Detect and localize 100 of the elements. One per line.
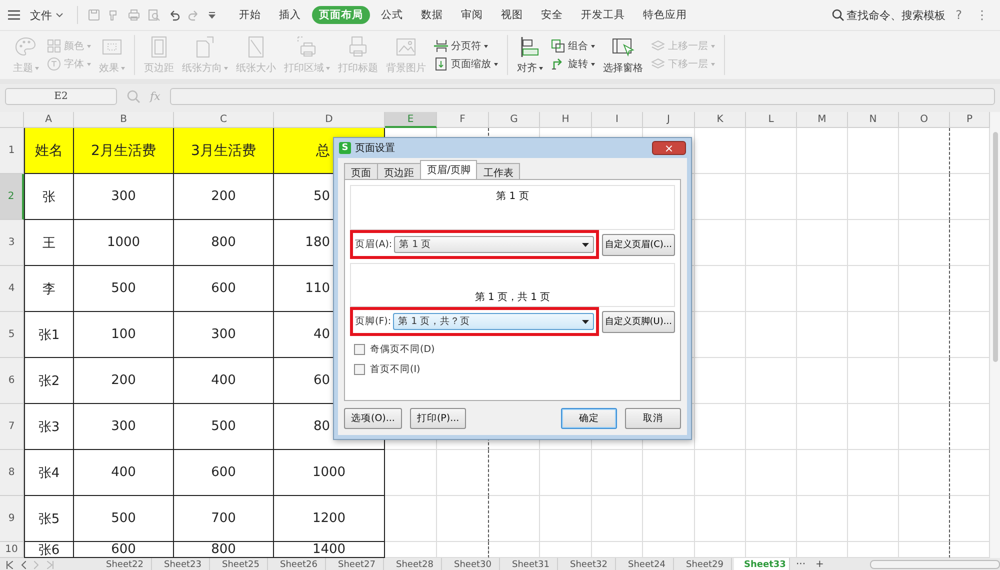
dialog-button[interactable]: 确定 [561,408,617,429]
sheet-tab[interactable]: Sheet28 [386,558,442,570]
column-header[interactable]: J [643,112,695,128]
menu-tab[interactable]: 视图 [494,6,530,24]
sheet-tab[interactable]: Sheet24 [618,558,674,570]
undo-icon[interactable] [168,9,180,21]
row-header[interactable]: 6 [0,358,24,404]
checkbox[interactable] [354,344,365,355]
print-icon[interactable] [128,9,140,21]
sheet-tab[interactable]: Sheet26 [270,558,326,570]
toolbar-button[interactable]: 对齐 [514,35,546,75]
row-header[interactable]: 7 [0,404,24,450]
empty-cell[interactable] [899,450,950,496]
sheet-tab[interactable]: Sheet27 [328,558,384,570]
footer-dropdown[interactable]: 第 1 页，共？页 [393,313,594,330]
row-header[interactable]: 5 [0,312,24,358]
sheet-tab[interactable]: Sheet29 [676,558,732,570]
sheet-tab[interactable]: Sheet22 [96,558,152,570]
column-header[interactable]: P [950,112,990,128]
menu-tab[interactable]: 开始 [232,6,268,24]
dialog-tab[interactable]: 页面 [344,163,378,179]
header-dropdown[interactable]: 第 1 页 [394,236,594,253]
menu-tab[interactable]: 开发工具 [574,6,632,24]
name-box[interactable]: E2 [5,88,117,105]
dialog-tab[interactable]: 页边距 [377,163,421,179]
checkbox[interactable] [354,364,365,375]
empty-cell[interactable] [437,450,489,496]
preview-icon[interactable] [148,9,160,21]
customize-button[interactable]: 自定义页脚(U)... [602,310,675,332]
column-header[interactable]: N [848,112,899,128]
menu-tab[interactable]: 公式 [374,6,410,24]
column-header[interactable]: A [24,112,74,128]
zoom-icon[interactable] [127,90,140,103]
toolbar-button[interactable]: 页面缩放 [434,57,498,71]
column-header[interactable]: O [899,112,950,128]
empty-cell[interactable] [899,404,950,450]
vertical-scrollbar[interactable] [990,112,1000,558]
menu-tab[interactable]: 特色应用 [636,6,694,24]
close-button[interactable]: × [652,141,686,155]
dialog-tab[interactable]: 工作表 [476,163,520,179]
menu-tab[interactable]: 插入 [272,6,308,24]
dialog-button[interactable]: 打印(P)... [410,408,466,429]
column-header[interactable]: D [274,112,385,128]
toolbar-button[interactable]: 旋转 [551,57,595,71]
sheet-tab[interactable]: Sheet25 [212,558,268,570]
more-button[interactable]: ⋮ [972,8,992,22]
more-sheets-button[interactable]: ··· [792,558,810,570]
sheet-tab[interactable]: Sheet31 [502,558,558,570]
customize-icon[interactable] [208,11,216,19]
dialog-button[interactable]: 取消 [625,408,681,429]
formula-field[interactable] [170,88,995,105]
column-header[interactable]: H [540,112,592,128]
redo-icon[interactable] [188,9,200,21]
sheet-tab[interactable]: Sheet33 [734,558,790,570]
toolbar-button[interactable]: 选择窗格 [600,35,646,75]
next-sheet-icon[interactable] [34,560,39,568]
empty-cell[interactable] [899,174,950,220]
add-sheet-button[interactable]: + [812,558,828,570]
dialog-tab[interactable]: 页眉/页脚 [420,160,478,179]
row-header[interactable]: 1 [0,128,24,174]
column-header[interactable]: C [174,112,274,128]
search-command[interactable]: 查找命令、搜索模板 [832,8,946,22]
row-header[interactable]: 3 [0,220,24,266]
toolbar-button[interactable]: 分页符 [434,39,498,53]
empty-cell[interactable] [899,496,950,542]
empty-cell[interactable] [899,312,950,358]
empty-cell[interactable] [899,266,950,312]
select-all-corner[interactable] [0,112,24,128]
menu-tab[interactable]: 数据 [414,6,450,24]
sheet-tab[interactable]: Sheet23 [154,558,210,570]
column-header[interactable]: K [695,112,746,128]
empty-cell[interactable] [899,220,950,266]
row-header[interactable]: 10 [0,542,24,558]
menu-tab[interactable]: 安全 [534,6,570,24]
row-header[interactable]: 4 [0,266,24,312]
file-menu[interactable]: 文件 [26,6,67,24]
empty-cell[interactable] [899,128,950,174]
help-button[interactable]: ? [952,8,966,22]
empty-cell[interactable] [899,358,950,404]
sheet-tab[interactable]: Sheet30 [444,558,500,570]
empty-cell[interactable] [437,496,489,542]
previous-sheet-icon[interactable] [21,560,26,568]
customize-button[interactable]: 自定义页眉(C)... [602,234,675,256]
menu-tab[interactable]: 审阅 [454,6,490,24]
column-header[interactable]: F [437,112,489,128]
save-icon[interactable] [88,9,100,21]
last-sheet-icon[interactable] [47,560,54,568]
row-header[interactable]: 9 [0,496,24,542]
horizontal-scrollbar[interactable] [870,560,1000,569]
dialog-button[interactable]: 选项(O)... [344,408,402,429]
column-header[interactable]: B [74,112,174,128]
toolbar-button[interactable]: 组合 [551,39,595,53]
column-header[interactable]: M [797,112,848,128]
column-header[interactable]: L [746,112,797,128]
row-header[interactable]: 8 [0,450,24,496]
column-header[interactable]: G [489,112,540,128]
first-sheet-icon[interactable] [6,560,13,568]
column-header[interactable]: I [592,112,643,128]
sheet-tab[interactable]: Sheet32 [560,558,616,570]
menu-icon[interactable] [8,10,20,20]
